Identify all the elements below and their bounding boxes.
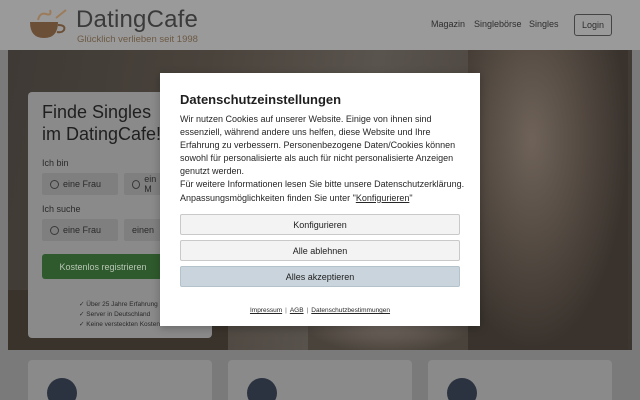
nav-singles[interactable]: Singles: [529, 19, 559, 29]
ich-bin-mann-radio[interactable]: ein M: [124, 173, 164, 195]
feature-icon: [247, 378, 277, 400]
agb-link[interactable]: AGB: [290, 307, 304, 314]
feature-icon: [447, 378, 477, 400]
cookie-consent-dialog: Datenschutzeinstellungen Wir nutzen Cook…: [160, 73, 480, 326]
footer-separator: |: [306, 307, 309, 314]
option-label: einen: [132, 225, 155, 235]
dialog-text: Für weitere Informationen lesen Sie bitt…: [180, 179, 465, 203]
ich-bin-frau-radio[interactable]: eine Frau: [42, 173, 118, 195]
dialog-body: Wir nutzen Cookies auf unserer Website. …: [180, 113, 466, 205]
radio-circle-icon[interactable]: [132, 179, 141, 189]
radio-circle-icon[interactable]: [50, 225, 59, 235]
ich-suche-mann-radio[interactable]: einen: [124, 219, 164, 241]
nav-singleborse[interactable]: Singlebörse: [474, 19, 522, 29]
accept-all-button[interactable]: Alles akzeptieren: [180, 266, 460, 287]
brand-tagline: Glücklich verlieben seit 1998: [77, 34, 198, 45]
brand-name[interactable]: DatingCafe: [76, 6, 198, 34]
ich-suche-frau-radio[interactable]: eine Frau: [42, 219, 118, 241]
feature-bullet: ✓ Über 25 Jahre Erfahrung: [79, 301, 158, 308]
dialog-paragraph: Für weitere Informationen lesen Sie bitt…: [180, 178, 466, 204]
feature-icon: [47, 378, 77, 400]
register-button[interactable]: Kostenlos registrieren: [42, 254, 164, 279]
configure-link[interactable]: Konfigurieren: [356, 193, 410, 203]
dialog-text: ": [409, 192, 413, 203]
nav-magazin[interactable]: Magazin: [431, 19, 465, 29]
feature-bullet: ✓ Server in Deutschland: [79, 311, 151, 318]
configure-button[interactable]: Konfigurieren: [180, 214, 460, 235]
option-label: eine Frau: [63, 225, 102, 235]
footer-separator: |: [285, 307, 287, 314]
ich-suche-label: Ich suche: [42, 204, 81, 214]
option-label: eine Frau: [63, 179, 102, 189]
dialog-title: Datenschutzeinstellungen: [180, 92, 342, 107]
ich-bin-label: Ich bin: [42, 158, 69, 168]
impressum-link[interactable]: Impressum: [250, 307, 282, 314]
signup-title: Finde Singles im DatingCafe!: [42, 102, 162, 144]
dialog-footer-links: Impressum | AGB | Datenschutzbestimmungen: [160, 307, 480, 314]
datenschutz-link[interactable]: Datenschutzbestimmungen: [311, 307, 390, 314]
login-button[interactable]: Login: [574, 14, 612, 36]
reject-all-button[interactable]: Alle ablehnen: [180, 240, 460, 261]
coffee-cup-logo-icon[interactable]: [26, 8, 70, 42]
radio-circle-icon[interactable]: [50, 179, 59, 189]
hero-photo-person: [468, 50, 628, 350]
feature-bullet: ✓ Keine versteckten Kosten: [79, 321, 160, 328]
site-header: DatingCafe Glücklich verlieben seit 1998…: [0, 0, 640, 50]
dialog-paragraph: Wir nutzen Cookies auf unserer Website. …: [180, 114, 456, 177]
